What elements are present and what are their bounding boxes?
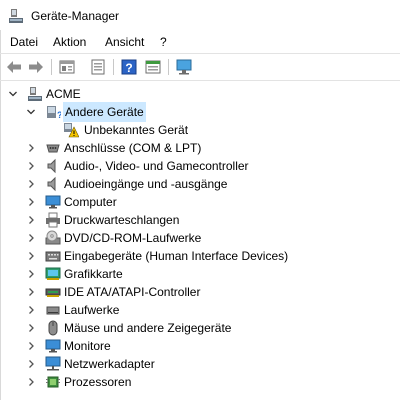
forward-icon[interactable] bbox=[27, 58, 45, 76]
tree-category-grafikkarte[interactable]: Grafikkarte bbox=[0, 265, 400, 283]
chevron-right-icon[interactable] bbox=[26, 341, 36, 351]
speaker-icon bbox=[47, 158, 56, 174]
tree-category-label: Anschlüsse (COM & LPT) bbox=[64, 141, 202, 155]
processor-icon bbox=[46, 376, 60, 388]
unknown-device-icon: ? bbox=[47, 106, 61, 120]
tree-category-ide-ata[interactable]: IDE ATA/ATAPI-Controller bbox=[0, 283, 400, 301]
tree-category-eingabegeraete[interactable]: Eingabegeräte (Human Interface Devices) bbox=[0, 247, 400, 265]
tree-category-laufwerke[interactable]: Laufwerke bbox=[0, 301, 400, 319]
tree-category-label: Monitore bbox=[64, 339, 111, 353]
display-adapter-icon bbox=[45, 267, 61, 280]
chevron-right-icon[interactable] bbox=[26, 287, 36, 297]
svg-text:?: ? bbox=[125, 61, 132, 75]
device-manager-icon bbox=[9, 9, 23, 23]
tree-category-prozessoren[interactable]: Prozessoren bbox=[0, 373, 400, 391]
tree-category-netzwerkadapter[interactable]: Netzwerkadapter bbox=[0, 355, 400, 373]
tree-category-maeuse[interactable]: Mäuse und andere Zeigegeräte bbox=[0, 319, 400, 337]
help-icon[interactable]: ? bbox=[120, 58, 138, 76]
chevron-right-icon[interactable] bbox=[26, 161, 36, 171]
tree-category-druckwarteschlangen[interactable]: Druckwarteschlangen bbox=[0, 211, 400, 229]
window-title: Geräte-Manager bbox=[31, 9, 120, 23]
monitor-icon bbox=[45, 195, 61, 209]
tree-device-label: Unbekanntes Gerät bbox=[84, 123, 189, 137]
tree-category-label: Netzwerkadapter bbox=[64, 357, 155, 371]
device-tree: ACME ? Andere Geräte Unbekanntes Gerät A… bbox=[0, 82, 400, 400]
computer-tower-icon bbox=[28, 87, 42, 101]
monitor-icon bbox=[45, 339, 61, 353]
port-icon bbox=[46, 144, 60, 153]
mouse-icon bbox=[48, 320, 58, 336]
show-hide-icon[interactable] bbox=[89, 58, 107, 76]
device-view-icon[interactable] bbox=[144, 58, 162, 76]
chevron-down-icon[interactable] bbox=[26, 107, 36, 117]
network-adapter-icon bbox=[45, 356, 61, 371]
chevron-right-icon[interactable] bbox=[26, 143, 36, 153]
tree-category-label: Computer bbox=[64, 195, 117, 209]
tree-category-label: Audio-, Video- und Gamecontroller bbox=[64, 159, 249, 173]
tree-category-audio-video[interactable]: Audio-, Video- und Gamecontroller bbox=[0, 157, 400, 175]
disk-drive-icon bbox=[46, 306, 60, 315]
chevron-right-icon[interactable] bbox=[26, 251, 36, 261]
menu-datei[interactable]: Datei bbox=[10, 34, 38, 50]
svg-text:?: ? bbox=[57, 110, 61, 120]
tree-category-label: DVD/CD-ROM-Laufwerke bbox=[64, 231, 202, 245]
tree-category-label: Laufwerke bbox=[64, 303, 120, 317]
tree-category-audioeingaenge[interactable]: Audioeingänge und -ausgänge bbox=[0, 175, 400, 193]
tree-category-label: IDE ATA/ATAPI-Controller bbox=[64, 285, 201, 299]
tree-category-label: Druckwarteschlangen bbox=[64, 213, 180, 227]
tree-category-label: Andere Geräte bbox=[63, 102, 146, 122]
chevron-right-icon[interactable] bbox=[26, 377, 36, 387]
tree-category-label: Eingabegeräte (Human Interface Devices) bbox=[64, 249, 289, 263]
scan-hardware-icon[interactable] bbox=[175, 58, 193, 76]
tree-root-label: ACME bbox=[46, 87, 81, 101]
chevron-right-icon[interactable] bbox=[26, 233, 36, 243]
properties-icon[interactable] bbox=[58, 58, 76, 76]
controller-icon bbox=[45, 288, 61, 297]
menu-aktion[interactable]: Aktion bbox=[53, 34, 86, 50]
tree-device-unbekanntes-geraet[interactable]: Unbekanntes Gerät bbox=[0, 121, 400, 139]
tree-category-anschluesse[interactable]: Anschlüsse (COM & LPT) bbox=[0, 139, 400, 157]
chevron-down-icon[interactable] bbox=[8, 89, 18, 99]
tree-category-label: Mäuse und andere Zeigegeräte bbox=[64, 321, 232, 335]
warning-device-icon bbox=[64, 123, 79, 138]
chevron-right-icon[interactable] bbox=[26, 305, 36, 315]
tree-category-monitore[interactable]: Monitore bbox=[0, 337, 400, 355]
chevron-right-icon[interactable] bbox=[26, 269, 36, 279]
keyboard-icon bbox=[45, 251, 61, 262]
tree-category-label: Grafikkarte bbox=[64, 267, 123, 281]
toolbar-separator bbox=[168, 59, 169, 75]
tree-root[interactable]: ACME bbox=[0, 85, 400, 103]
tree-category-label: Audioeingänge und -ausgänge bbox=[64, 177, 228, 191]
chevron-right-icon[interactable] bbox=[26, 197, 36, 207]
menu-bar: Datei Aktion Ansicht ? bbox=[0, 32, 400, 52]
toolbar-separator bbox=[113, 59, 114, 75]
chevron-right-icon[interactable] bbox=[26, 359, 36, 369]
toolbar: ? bbox=[0, 53, 400, 81]
tree-category-label: Prozessoren bbox=[64, 375, 132, 389]
toolbar-separator bbox=[51, 59, 52, 75]
chevron-right-icon[interactable] bbox=[26, 179, 36, 189]
chevron-right-icon[interactable] bbox=[26, 215, 36, 225]
menu-help[interactable]: ? bbox=[160, 34, 167, 50]
back-icon[interactable] bbox=[5, 58, 23, 76]
title-bar: Geräte-Manager bbox=[0, 0, 400, 30]
tree-category-computer[interactable]: Computer bbox=[0, 193, 400, 211]
tree-category-dvd[interactable]: DVD/CD-ROM-Laufwerke bbox=[0, 229, 400, 247]
speaker-icon bbox=[47, 176, 56, 192]
menu-ansicht[interactable]: Ansicht bbox=[105, 34, 144, 50]
tree-category-andere-geraete[interactable]: ? Andere Geräte bbox=[0, 102, 400, 122]
optical-drive-icon bbox=[45, 230, 61, 245]
printer-icon bbox=[46, 212, 60, 228]
chevron-right-icon[interactable] bbox=[26, 323, 36, 333]
